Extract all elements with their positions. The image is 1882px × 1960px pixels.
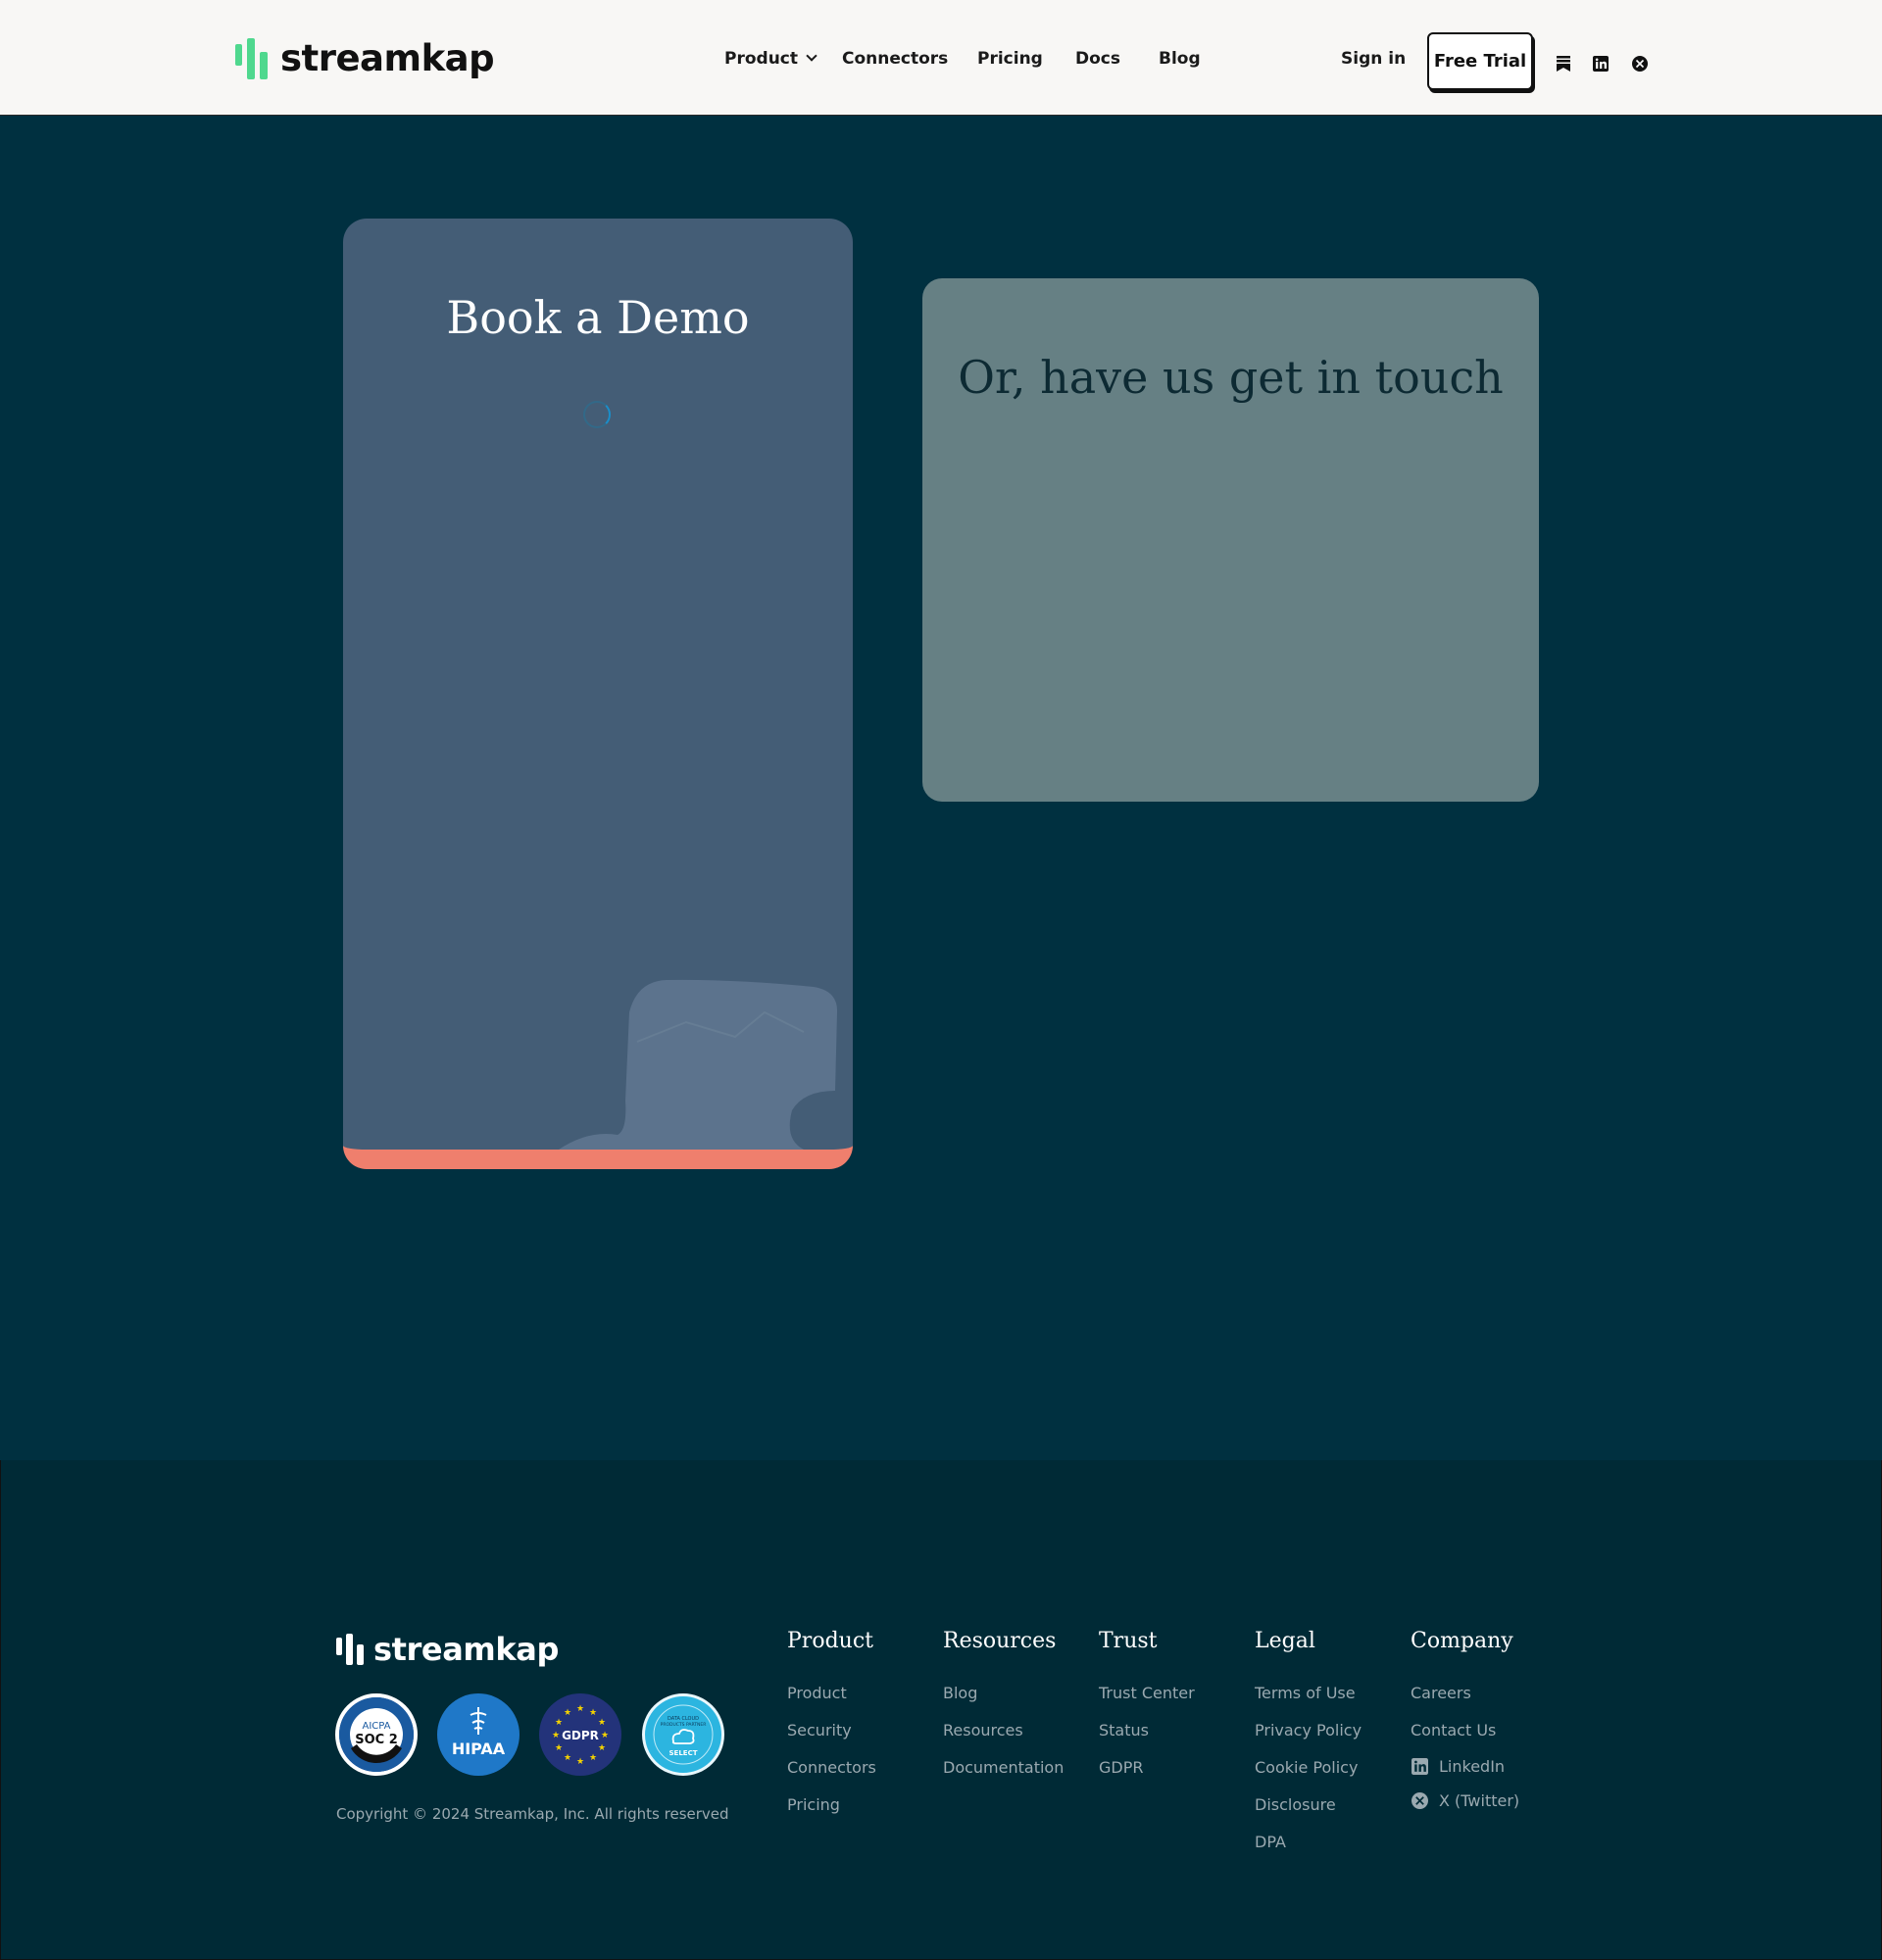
streamkap-logo-mark-icon bbox=[235, 37, 274, 79]
footer-link-product[interactable]: Product bbox=[787, 1675, 876, 1712]
gdpr-badge: ★ ★ ★ ★ ★ ★ ★ ★ ★ ★ ★ ★ GDPR bbox=[539, 1693, 621, 1776]
data-cloud-partner-badge: DATA CLOUD PRODUCTS PARTNER SELECT bbox=[642, 1693, 724, 1776]
svg-text:★: ★ bbox=[555, 1718, 563, 1728]
contact-card-title: Or, have us get in touch bbox=[958, 351, 1504, 404]
footer-link-status[interactable]: Status bbox=[1099, 1712, 1195, 1749]
footer-link-pricing[interactable]: Pricing bbox=[787, 1787, 876, 1824]
footer-col-title: Resources bbox=[943, 1629, 1057, 1653]
chevron-down-icon bbox=[806, 50, 817, 62]
free-trial-button[interactable]: Free Trial bbox=[1427, 32, 1533, 90]
footer-link-cookie[interactable]: Cookie Policy bbox=[1255, 1749, 1362, 1787]
substack-icon[interactable] bbox=[1555, 55, 1572, 73]
svg-text:★: ★ bbox=[564, 1753, 571, 1763]
footer-link-terms[interactable]: Terms of Use bbox=[1255, 1675, 1362, 1712]
footer-link-careers[interactable]: Careers bbox=[1411, 1675, 1519, 1712]
svg-text:★: ★ bbox=[564, 1708, 571, 1718]
streamkap-logo-mark-icon bbox=[336, 1634, 369, 1665]
loading-spinner-icon bbox=[583, 401, 611, 428]
footer-link-gdpr[interactable]: GDPR bbox=[1099, 1749, 1195, 1787]
x-twitter-icon[interactable] bbox=[1631, 55, 1649, 73]
partner-badge-line2: PRODUCTS PARTNER bbox=[661, 1722, 707, 1728]
footer-col-title: Legal bbox=[1255, 1629, 1315, 1653]
nav-docs[interactable]: Docs bbox=[1075, 49, 1120, 69]
footer-link-trust-center[interactable]: Trust Center bbox=[1099, 1675, 1195, 1712]
footer-link-connectors[interactable]: Connectors bbox=[787, 1749, 876, 1787]
footer-link-x-twitter[interactable]: X (Twitter) bbox=[1411, 1784, 1519, 1818]
footer-link-linkedin[interactable]: LinkedIn bbox=[1411, 1749, 1519, 1784]
contact-card: Or, have us get in touch bbox=[922, 278, 1539, 802]
footer-col-legal: Legal Terms of Use Privacy Policy Cookie… bbox=[1255, 1629, 1362, 1861]
svg-text:★: ★ bbox=[598, 1743, 606, 1753]
streamkap-logo[interactable]: streamkap bbox=[235, 37, 495, 79]
footer-logo-text: streamkap bbox=[373, 1631, 559, 1668]
footer-col-company: Company Careers Contact Us LinkedIn X (T… bbox=[1411, 1629, 1519, 1818]
footer-col-product: Product Product Security Connectors Pric… bbox=[787, 1629, 876, 1824]
logo-text: streamkap bbox=[280, 37, 495, 79]
partner-badge-line1: DATA CLOUD bbox=[668, 1716, 699, 1722]
footer-link-disclosure[interactable]: Disclosure bbox=[1255, 1787, 1362, 1824]
hipaa-badge-label: HIPAA bbox=[452, 1740, 506, 1758]
partner-badge-tier: SELECT bbox=[669, 1749, 698, 1757]
footer-link-documentation[interactable]: Documentation bbox=[943, 1749, 1064, 1787]
footer-link-x-twitter-label: X (Twitter) bbox=[1439, 1791, 1520, 1810]
x-twitter-icon bbox=[1411, 1792, 1428, 1810]
footer-col-trust: Trust Trust Center Status GDPR bbox=[1099, 1629, 1195, 1787]
svg-text:★: ★ bbox=[589, 1753, 597, 1763]
nav-product[interactable]: Product bbox=[724, 49, 817, 69]
soc2-badge-main: SOC 2 bbox=[355, 1733, 398, 1747]
svg-text:★: ★ bbox=[576, 1704, 584, 1714]
footer-link-security[interactable]: Security bbox=[787, 1712, 876, 1749]
footer-col-title: Company bbox=[1411, 1629, 1513, 1653]
decorative-blob-shape bbox=[559, 979, 838, 1150]
linkedin-icon[interactable] bbox=[1592, 55, 1610, 73]
svg-text:★: ★ bbox=[601, 1731, 609, 1740]
site-footer: streamkap AICPA SOC 2 HIPAA ★ ★ ★ ★ ★ ★ ★ ★ ★ ★ ★… bbox=[0, 1460, 1882, 1960]
footer-link-privacy[interactable]: Privacy Policy bbox=[1255, 1712, 1362, 1749]
footer-link-dpa[interactable]: DPA bbox=[1255, 1824, 1362, 1861]
nav-pricing[interactable]: Pricing bbox=[977, 49, 1043, 69]
site-header: streamkap Product Connectors Pricing Doc… bbox=[0, 0, 1882, 116]
copyright-text: Copyright © 2024 Streamkap, Inc. All rig… bbox=[336, 1805, 729, 1823]
svg-text:★: ★ bbox=[576, 1757, 584, 1767]
svg-text:★: ★ bbox=[589, 1708, 597, 1718]
footer-col-title: Product bbox=[787, 1629, 873, 1653]
footer-link-blog[interactable]: Blog bbox=[943, 1675, 1064, 1712]
footer-link-resources[interactable]: Resources bbox=[943, 1712, 1064, 1749]
footer-link-linkedin-label: LinkedIn bbox=[1439, 1757, 1506, 1776]
soc2-badge: AICPA SOC 2 bbox=[335, 1693, 418, 1776]
nav-blog[interactable]: Blog bbox=[1159, 49, 1201, 69]
svg-text:★: ★ bbox=[552, 1731, 560, 1740]
footer-logo[interactable]: streamkap bbox=[336, 1631, 559, 1668]
nav-product-label: Product bbox=[724, 49, 798, 69]
svg-text:★: ★ bbox=[555, 1743, 563, 1753]
soc2-badge-top: AICPA bbox=[362, 1721, 390, 1732]
footer-col-title: Trust bbox=[1099, 1629, 1158, 1653]
sign-in-link[interactable]: Sign in bbox=[1341, 49, 1406, 69]
book-demo-title: Book a Demo bbox=[446, 291, 750, 344]
footer-link-contact[interactable]: Contact Us bbox=[1411, 1712, 1519, 1749]
book-demo-card: Book a Demo bbox=[343, 219, 853, 1169]
svg-text:★: ★ bbox=[598, 1718, 606, 1728]
gdpr-badge-label: GDPR bbox=[562, 1729, 599, 1742]
nav-connectors[interactable]: Connectors bbox=[842, 49, 948, 69]
linkedin-icon bbox=[1411, 1758, 1428, 1776]
hipaa-badge: HIPAA bbox=[437, 1693, 520, 1776]
footer-col-resources: Resources Blog Resources Documentation bbox=[943, 1629, 1064, 1787]
